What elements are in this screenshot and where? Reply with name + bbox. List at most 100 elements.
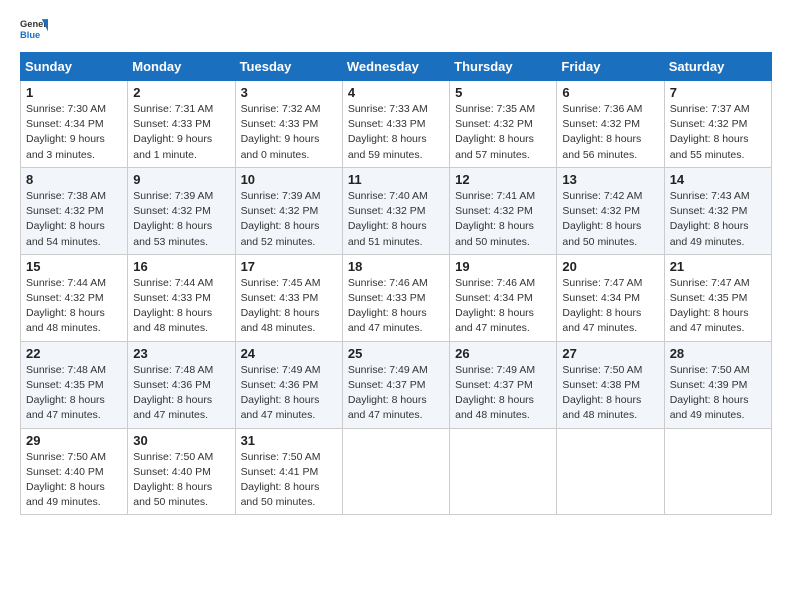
calendar-cell: 21Sunrise: 7:47 AMSunset: 4:35 PMDayligh… <box>664 254 771 341</box>
day-number: 31 <box>241 433 337 448</box>
calendar-cell: 24 Sunrise: 7:49 AMSunset: 4:36 PMDayligh… <box>235 341 342 428</box>
day-number: 25 <box>348 346 444 361</box>
header-day-friday: Friday <box>557 53 664 81</box>
day-detail: Sunrise: 7:48 AMSunset: 4:36 PMDaylight:… <box>133 363 229 424</box>
day-detail: Sunrise: 7:35 AMSunset: 4:32 PMDaylight:… <box>455 102 551 163</box>
calendar-cell: 19Sunrise: 7:46 AMSunset: 4:34 PMDayligh… <box>450 254 557 341</box>
day-number: 9 <box>133 172 229 187</box>
day-number: 23 <box>133 346 229 361</box>
day-detail: Sunrise: 7:49 AMSunset: 4:37 PMDaylight:… <box>348 363 444 424</box>
header-day-wednesday: Wednesday <box>342 53 449 81</box>
calendar-cell: 10 Sunrise: 7:39 AMSunset: 4:32 PMDayligh… <box>235 167 342 254</box>
day-detail: Sunrise: 7:47 AMSunset: 4:35 PMDaylight:… <box>670 276 766 337</box>
day-number: 7 <box>670 85 766 100</box>
day-detail: Sunrise: 7:50 AMSunset: 4:40 PMDaylight:… <box>133 450 229 511</box>
day-number: 6 <box>562 85 658 100</box>
day-number: 11 <box>348 172 444 187</box>
calendar-cell: 31 Sunrise: 7:50 AMSunset: 4:41 PMDayligh… <box>235 428 342 515</box>
day-number: 22 <box>26 346 122 361</box>
day-number: 5 <box>455 85 551 100</box>
calendar-cell: 28 Sunrise: 7:50 AMSunset: 4:39 PMDayligh… <box>664 341 771 428</box>
calendar-cell: 16 Sunrise: 7:44 AMSunset: 4:33 PMDayligh… <box>128 254 235 341</box>
day-number: 16 <box>133 259 229 274</box>
header-day-saturday: Saturday <box>664 53 771 81</box>
week-row-1: 1 Sunrise: 7:30 AMSunset: 4:34 PMDaylight… <box>21 81 772 168</box>
day-detail: Sunrise: 7:42 AMSunset: 4:32 PMDaylight:… <box>562 189 658 250</box>
day-number: 8 <box>26 172 122 187</box>
calendar-cell <box>342 428 449 515</box>
calendar-cell <box>450 428 557 515</box>
day-detail: Sunrise: 7:50 AMSunset: 4:39 PMDaylight:… <box>670 363 766 424</box>
calendar-cell: 27 Sunrise: 7:50 AMSunset: 4:38 PMDayligh… <box>557 341 664 428</box>
day-detail: Sunrise: 7:47 AMSunset: 4:34 PMDaylight:… <box>562 276 658 337</box>
day-number: 15 <box>26 259 122 274</box>
calendar-cell: 15Sunrise: 7:44 AMSunset: 4:32 PMDayligh… <box>21 254 128 341</box>
day-number: 29 <box>26 433 122 448</box>
calendar-cell: 11Sunrise: 7:40 AMSunset: 4:32 PMDayligh… <box>342 167 449 254</box>
day-number: 20 <box>562 259 658 274</box>
calendar-cell <box>557 428 664 515</box>
day-number: 30 <box>133 433 229 448</box>
day-detail: Sunrise: 7:30 AMSunset: 4:34 PMDaylight:… <box>26 102 122 163</box>
calendar-cell: 3Sunrise: 7:32 AMSunset: 4:33 PMDaylight… <box>235 81 342 168</box>
day-detail: Sunrise: 7:49 AMSunset: 4:36 PMDaylight:… <box>241 363 337 424</box>
day-number: 10 <box>241 172 337 187</box>
days-header-row: SundayMondayTuesdayWednesdayThursdayFrid… <box>21 53 772 81</box>
calendar-cell: 13 Sunrise: 7:42 AMSunset: 4:32 PMDayligh… <box>557 167 664 254</box>
day-number: 12 <box>455 172 551 187</box>
day-number: 18 <box>348 259 444 274</box>
day-detail: Sunrise: 7:33 AMSunset: 4:33 PMDaylight:… <box>348 102 444 163</box>
header-day-monday: Monday <box>128 53 235 81</box>
calendar-cell: 12 Sunrise: 7:41 AMSunset: 4:32 PMDayligh… <box>450 167 557 254</box>
calendar-cell: 7 Sunrise: 7:37 AMSunset: 4:32 PMDaylight… <box>664 81 771 168</box>
day-number: 26 <box>455 346 551 361</box>
calendar-cell: 9Sunrise: 7:39 AMSunset: 4:32 PMDaylight… <box>128 167 235 254</box>
day-detail: Sunrise: 7:31 AMSunset: 4:33 PMDaylight:… <box>133 102 229 163</box>
calendar-cell: 6 Sunrise: 7:36 AMSunset: 4:32 PMDaylight… <box>557 81 664 168</box>
day-number: 28 <box>670 346 766 361</box>
day-number: 13 <box>562 172 658 187</box>
day-detail: Sunrise: 7:37 AMSunset: 4:32 PMDaylight:… <box>670 102 766 163</box>
day-number: 24 <box>241 346 337 361</box>
day-detail: Sunrise: 7:49 AMSunset: 4:37 PMDaylight:… <box>455 363 551 424</box>
calendar-cell: 18 Sunrise: 7:46 AMSunset: 4:33 PMDayligh… <box>342 254 449 341</box>
day-detail: Sunrise: 7:46 AMSunset: 4:33 PMDaylight:… <box>348 276 444 337</box>
svg-text:Blue: Blue <box>20 30 40 40</box>
logo-icon: General Blue <box>20 16 48 44</box>
day-number: 2 <box>133 85 229 100</box>
day-detail: Sunrise: 7:50 AMSunset: 4:38 PMDaylight:… <box>562 363 658 424</box>
day-number: 3 <box>241 85 337 100</box>
calendar-table: SundayMondayTuesdayWednesdayThursdayFrid… <box>20 52 772 515</box>
day-detail: Sunrise: 7:50 AMSunset: 4:41 PMDaylight:… <box>241 450 337 511</box>
calendar-cell: 8 Sunrise: 7:38 AMSunset: 4:32 PMDaylight… <box>21 167 128 254</box>
day-number: 14 <box>670 172 766 187</box>
calendar-cell: 23 Sunrise: 7:48 AMSunset: 4:36 PMDayligh… <box>128 341 235 428</box>
day-detail: Sunrise: 7:41 AMSunset: 4:32 PMDaylight:… <box>455 189 551 250</box>
day-number: 4 <box>348 85 444 100</box>
day-detail: Sunrise: 7:43 AMSunset: 4:32 PMDaylight:… <box>670 189 766 250</box>
calendar-cell: 30 Sunrise: 7:50 AMSunset: 4:40 PMDayligh… <box>128 428 235 515</box>
day-detail: Sunrise: 7:50 AMSunset: 4:40 PMDaylight:… <box>26 450 122 511</box>
day-detail: Sunrise: 7:39 AMSunset: 4:32 PMDaylight:… <box>241 189 337 250</box>
week-row-4: 22 Sunrise: 7:48 AMSunset: 4:35 PMDayligh… <box>21 341 772 428</box>
header: General Blue <box>20 16 772 44</box>
calendar-cell: 14 Sunrise: 7:43 AMSunset: 4:32 PMDayligh… <box>664 167 771 254</box>
day-detail: Sunrise: 7:38 AMSunset: 4:32 PMDaylight:… <box>26 189 122 250</box>
calendar-cell: 22 Sunrise: 7:48 AMSunset: 4:35 PMDayligh… <box>21 341 128 428</box>
day-detail: Sunrise: 7:44 AMSunset: 4:33 PMDaylight:… <box>133 276 229 337</box>
day-detail: Sunrise: 7:48 AMSunset: 4:35 PMDaylight:… <box>26 363 122 424</box>
calendar-cell: 17 Sunrise: 7:45 AMSunset: 4:33 PMDayligh… <box>235 254 342 341</box>
day-number: 17 <box>241 259 337 274</box>
day-detail: Sunrise: 7:36 AMSunset: 4:32 PMDaylight:… <box>562 102 658 163</box>
day-number: 27 <box>562 346 658 361</box>
header-day-sunday: Sunday <box>21 53 128 81</box>
header-day-thursday: Thursday <box>450 53 557 81</box>
calendar-cell: 25 Sunrise: 7:49 AMSunset: 4:37 PMDayligh… <box>342 341 449 428</box>
header-day-tuesday: Tuesday <box>235 53 342 81</box>
day-number: 19 <box>455 259 551 274</box>
week-row-5: 29 Sunrise: 7:50 AMSunset: 4:40 PMDayligh… <box>21 428 772 515</box>
calendar-cell: 26 Sunrise: 7:49 AMSunset: 4:37 PMDayligh… <box>450 341 557 428</box>
day-number: 1 <box>26 85 122 100</box>
calendar-cell: 2 Sunrise: 7:31 AMSunset: 4:33 PMDaylight… <box>128 81 235 168</box>
day-detail: Sunrise: 7:45 AMSunset: 4:33 PMDaylight:… <box>241 276 337 337</box>
